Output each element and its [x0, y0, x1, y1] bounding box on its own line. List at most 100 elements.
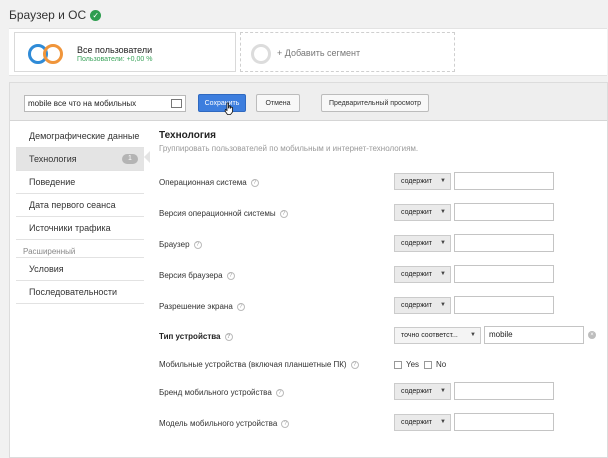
operator-select-os[interactable]: содержит ▼: [394, 173, 451, 190]
row-label-text: Браузер: [159, 240, 190, 249]
hand-cursor-icon: [224, 102, 233, 115]
sidebar-item-first-session[interactable]: Дата первого сеанса: [16, 194, 144, 216]
add-segment-button[interactable]: + Добавить сегмент: [240, 32, 455, 72]
sidebar-item-traffic-sources[interactable]: Источники трафика: [16, 217, 144, 239]
page-title: Браузер и ОС ✓: [9, 8, 102, 22]
sidebar-count-badge: 1: [122, 154, 138, 164]
section-description: Группировать пользователей по мобильным …: [159, 144, 419, 153]
operator-select-browser[interactable]: содержит ▼: [394, 235, 451, 252]
operator-select-value: содержит: [401, 302, 432, 309]
segment-name-input[interactable]: [24, 95, 186, 112]
operator-select-device-type[interactable]: точно соответст... ▼: [394, 327, 481, 344]
chevron-down-icon: ▼: [440, 209, 446, 215]
help-icon[interactable]: ?: [281, 419, 290, 428]
row-label-text: Модель мобильного устройства: [159, 419, 278, 428]
value-input-os-version[interactable]: [454, 203, 554, 221]
sidebar-item-conditions[interactable]: Условия: [16, 258, 144, 280]
segments-bar: Все пользователи Пользователи: +0,00 % +…: [9, 28, 607, 76]
editor-toolbar: Сохранить Отмена Предварительный просмот…: [10, 83, 607, 121]
row-label-device-type: Тип устройства?: [159, 332, 233, 341]
segment-subtitle: Пользователи: +0,00 %: [77, 56, 153, 63]
sidebar-item-behavior[interactable]: Поведение: [16, 171, 144, 193]
value-input-mobile-model[interactable]: [454, 413, 554, 431]
sidebar-item-technology[interactable]: Технология 1: [16, 148, 144, 170]
value-input-browser-version[interactable]: [454, 265, 554, 283]
value-input-os[interactable]: [454, 172, 554, 190]
help-icon[interactable]: ?: [275, 388, 284, 397]
sidebar-item-sequences[interactable]: Последовательности: [16, 281, 144, 303]
segment-orange-ring-icon: [43, 44, 63, 64]
segment-name: Все пользователи: [77, 45, 153, 55]
row-label-screen-resolution: Разрешение экрана?: [159, 302, 245, 311]
help-icon[interactable]: ?: [250, 178, 259, 187]
row-label-browser: Браузер?: [159, 240, 202, 249]
row-label-browser-version: Версия браузера?: [159, 271, 235, 280]
help-icon[interactable]: ?: [236, 302, 245, 311]
row-label-text: Версия операционной системы: [159, 209, 276, 218]
sidebar-item-demographics[interactable]: Демографические данные: [16, 125, 144, 147]
chevron-down-icon: ▼: [440, 240, 446, 246]
row-label-text: Версия браузера: [159, 271, 223, 280]
section-title: Технология: [159, 130, 216, 141]
operator-select-mobile-model[interactable]: содержит ▼: [394, 414, 451, 431]
chevron-down-icon: ▼: [440, 178, 446, 184]
operator-select-value: содержит: [401, 419, 432, 426]
preview-button[interactable]: Предварительный просмотр: [321, 94, 429, 112]
help-icon[interactable]: ?: [350, 360, 359, 369]
chevron-down-icon: ▼: [470, 332, 476, 338]
verified-shield-icon: ✓: [90, 9, 102, 21]
add-segment-ring-icon: [251, 44, 271, 64]
technology-panel: Технология Группировать пользователей по…: [150, 123, 606, 457]
category-sidebar: Демографические данные Технология 1 Повед…: [16, 123, 144, 457]
help-icon[interactable]: ?: [226, 271, 235, 280]
chevron-down-icon: ▼: [440, 271, 446, 277]
value-input-screen-resolution[interactable]: [454, 296, 554, 314]
operator-select-browser-version[interactable]: содержит ▼: [394, 266, 451, 283]
sidebar-item-label: Последовательности: [29, 287, 118, 297]
operator-select-mobile-brand[interactable]: содержит ▼: [394, 383, 451, 400]
operator-select-value: содержит: [401, 271, 432, 278]
segment-all-users[interactable]: Все пользователи Пользователи: +0,00 %: [14, 32, 236, 72]
sidebar-item-label: Источники трафика: [29, 223, 111, 233]
sidebar-item-label: Поведение: [29, 177, 76, 187]
row-label-mobile-brand: Бренд мобильного устройства?: [159, 388, 284, 397]
yes-checkbox[interactable]: [394, 361, 402, 369]
row-label-mobile-devices: Мобильные устройства (включая планшетные…: [159, 360, 359, 369]
sidebar-group-advanced: Расширенный: [23, 247, 76, 256]
chevron-down-icon: ▼: [440, 302, 446, 308]
chevron-down-icon: ▼: [440, 419, 446, 425]
operator-select-os-version[interactable]: содержит ▼: [394, 204, 451, 221]
help-icon[interactable]: ?: [224, 332, 233, 341]
value-input-browser[interactable]: [454, 234, 554, 252]
page-title-text: Браузер и ОС: [9, 8, 87, 22]
help-icon[interactable]: ?: [279, 209, 288, 218]
clear-icon[interactable]: ×: [588, 331, 596, 339]
no-checkbox[interactable]: [424, 361, 432, 369]
value-input-mobile-brand[interactable]: [454, 382, 554, 400]
sidebar-item-label: Дата первого сеанса: [29, 200, 116, 210]
row-label-mobile-model: Модель мобильного устройства?: [159, 419, 290, 428]
yes-label: Yes: [406, 360, 420, 369]
help-icon[interactable]: ?: [193, 240, 202, 249]
row-label-os: Операционная система?: [159, 178, 259, 187]
segment-editor: Сохранить Отмена Предварительный просмот…: [9, 82, 608, 458]
value-input-device-type[interactable]: mobile: [484, 326, 584, 344]
operator-select-screen-resolution[interactable]: содержит ▼: [394, 297, 451, 314]
save-button[interactable]: Сохранить: [198, 94, 246, 112]
operator-select-value: содержит: [401, 388, 432, 395]
add-segment-label: + Добавить сегмент: [277, 48, 361, 58]
sidebar-item-label: Демографические данные: [29, 131, 140, 141]
no-label: No: [436, 360, 447, 369]
operator-select-value: содержит: [401, 209, 432, 216]
row-label-text: Бренд мобильного устройства: [159, 388, 272, 397]
row-label-text: Операционная система: [159, 178, 247, 187]
cancel-button[interactable]: Отмена: [256, 94, 300, 112]
divider: [16, 303, 144, 304]
keyboard-icon[interactable]: [171, 99, 182, 108]
chevron-down-icon: ▼: [440, 388, 446, 394]
operator-select-value: содержит: [401, 240, 432, 247]
divider: [16, 239, 144, 240]
row-label-text: Мобильные устройства (включая планшетные…: [159, 360, 347, 369]
operator-select-value: содержит: [401, 178, 432, 185]
row-label-text: Разрешение экрана: [159, 302, 233, 311]
